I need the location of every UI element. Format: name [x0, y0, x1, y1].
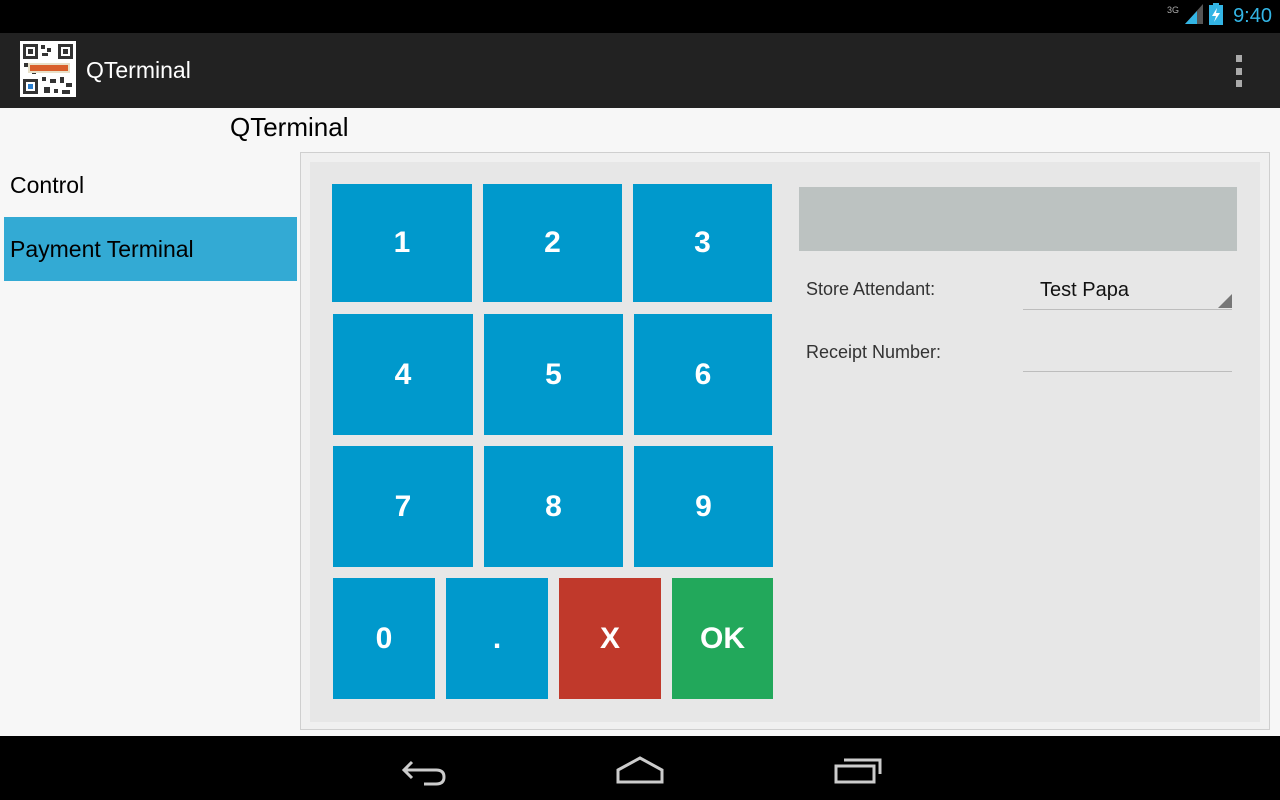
battery-charging-icon [1209, 3, 1224, 30]
status-bar: 3G 9:40 [0, 0, 1280, 33]
action-bar: QTerminal [0, 33, 1280, 108]
network-type-label: 3G [1167, 4, 1180, 15]
back-icon[interactable] [394, 750, 454, 790]
cancel-button[interactable]: X [559, 578, 661, 699]
key-4-button[interactable]: 4 [333, 314, 473, 435]
amount-display [799, 187, 1237, 251]
store-attendant-value: Test Papa [1040, 279, 1129, 301]
payment-panel-inner: 1 2 3 4 5 6 7 8 9 0 . X OK Store Attenda… [310, 162, 1260, 722]
page-title: QTerminal [230, 112, 349, 142]
receipt-number-label: Receipt Number: [806, 342, 942, 362]
status-time: 9:40 [1233, 5, 1272, 27]
key-decimal-button[interactable]: . [446, 578, 548, 699]
app-title: QTerminal [86, 57, 191, 83]
key-8-button[interactable]: 8 [484, 446, 623, 567]
overflow-menu-icon[interactable] [1224, 55, 1254, 87]
key-6-button[interactable]: 6 [634, 314, 772, 435]
key-3-button[interactable]: 3 [633, 184, 772, 302]
sidebar-item-payment-terminal[interactable]: Payment Terminal [4, 217, 297, 281]
store-attendant-dropdown[interactable]: Test Papa [1023, 277, 1232, 310]
home-icon[interactable] [610, 750, 670, 790]
key-7-button[interactable]: 7 [333, 446, 473, 567]
main-content: QTerminal Control Payment Terminal 1 2 3… [0, 108, 1280, 736]
navigation-bar [0, 736, 1280, 800]
store-attendant-label: Store Attendant: [806, 279, 936, 299]
qr-code-app-icon[interactable] [20, 41, 76, 97]
signal-icon [1185, 4, 1204, 29]
payment-panel: 1 2 3 4 5 6 7 8 9 0 . X OK Store Attenda… [300, 152, 1270, 730]
key-1-button[interactable]: 1 [332, 184, 472, 302]
dropdown-arrow-icon [1218, 294, 1232, 308]
receipt-number-input[interactable] [1023, 342, 1232, 372]
key-0-button[interactable]: 0 [333, 578, 435, 699]
key-9-button[interactable]: 9 [634, 446, 773, 567]
key-2-button[interactable]: 2 [483, 184, 622, 302]
key-5-button[interactable]: 5 [484, 314, 623, 435]
sidebar-item-control[interactable]: Control [4, 153, 297, 217]
recent-apps-icon[interactable] [828, 750, 888, 790]
status-icons: 3G 9:40 [1167, 0, 1272, 33]
ok-button[interactable]: OK [672, 578, 773, 699]
